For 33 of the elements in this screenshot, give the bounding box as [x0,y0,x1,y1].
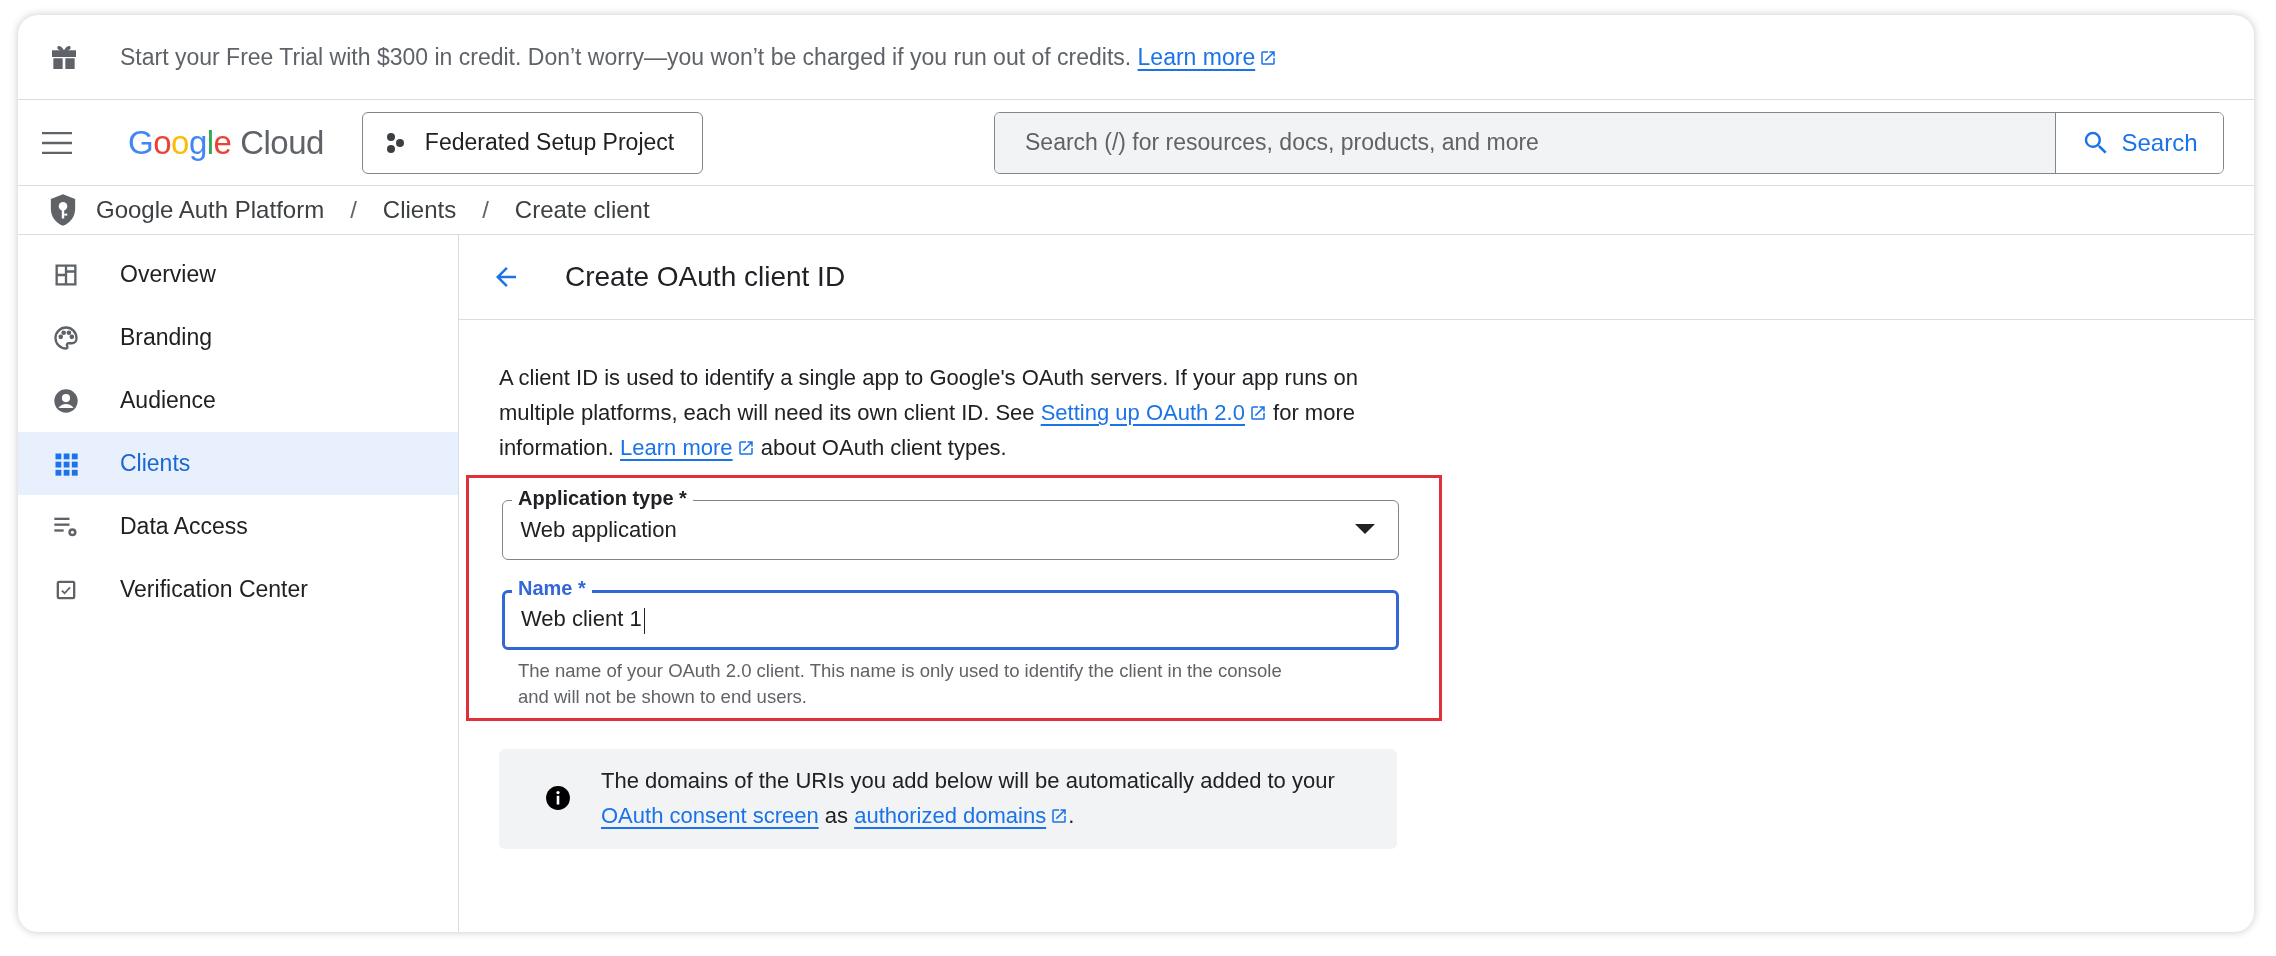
breadcrumb-separator: / [350,196,357,224]
breadcrumb-item[interactable]: Clients [382,196,457,224]
sidebar-item[interactable]: Verification Center [18,558,458,621]
shield-key-icon [48,193,78,227]
logo[interactable]: Google Cloud [128,123,324,162]
intro-paragraph: A client ID is used to identify a single app to Google's OAuth servers. If your app runs on multiple platforms, each will need its own client ID. See Setting up OAuth 2.0 for more information. Learn more about OAuth client types. [499,364,1359,462]
helper-text: The name of your OAuth 2.0 client. This name is only used to identify the client in the console and will not be shown to end users. [517,659,1283,709]
learn-more-link[interactable]: Learn more [1137,43,1256,70]
dropdown-caret-icon [1354,524,1375,536]
external-link-icon [736,439,755,457]
link[interactable]: OAuth consent screen [601,803,819,828]
link[interactable]: Learn more [620,435,733,460]
sidebar-item[interactable]: Data Access [18,495,458,558]
breadcrumb-separator: / [482,196,489,224]
sidebar-item[interactable]: Clients [18,432,458,495]
external-link-icon [1050,807,1069,825]
sidebar-item[interactable]: Audience [18,369,458,432]
breadcrumb-item[interactable]: Google Auth Platform [96,196,325,224]
breadcrumb-item[interactable]: Create client [514,196,650,224]
external-link-icon [1259,48,1278,67]
banner-text: Start your Free Trial with $300 in credit. Don’t worry—you won’t be charged if you run out of credits. Learn more [120,43,1278,71]
palette-icon [52,323,80,352]
person-icon [52,386,80,415]
page-title: Create OAuth client ID [565,261,846,293]
info-icon [545,785,571,811]
link[interactable]: Setting up OAuth 2.0 [1040,400,1245,425]
field-label: Application type * [512,487,693,510]
notice-text: The domains of the URIs you add below will be automatically added to your OAuth consent screen as authorized domains . [601,767,1336,830]
project-picker[interactable]: Federated Setup Project [361,111,704,174]
sidebar-item[interactable]: Overview [18,243,458,306]
external-link-icon [1248,404,1267,422]
link[interactable]: authorized domains [854,803,1047,828]
sidebar-item[interactable]: Branding [18,306,458,369]
